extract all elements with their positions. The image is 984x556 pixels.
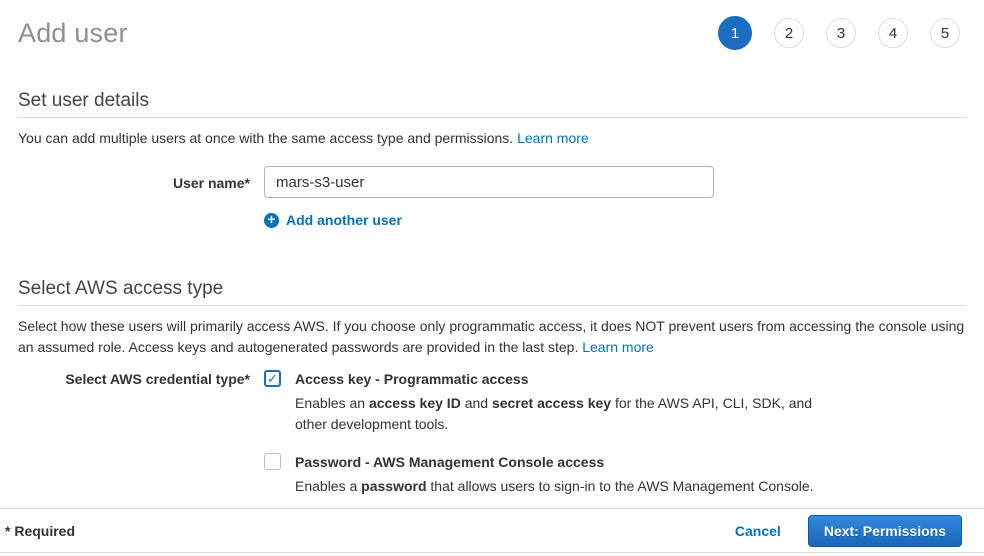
credential-type-row: Select AWS credential type* ✓ Access key… (18, 370, 984, 497)
cancel-button[interactable]: Cancel (735, 523, 781, 539)
access-type-heading: Select AWS access type (18, 278, 966, 300)
page-header: Add user 1 2 3 4 5 (0, 0, 984, 50)
access-key-checkbox[interactable]: ✓ (264, 370, 281, 387)
credential-type-label: Select AWS credential type* (18, 370, 250, 497)
access-type-intro: Select how these users will primarily ac… (18, 316, 974, 358)
check-icon: ✓ (267, 372, 278, 385)
desc-text: Enables a (295, 478, 361, 494)
user-details-intro-text: You can add multiple users at once with … (18, 130, 513, 146)
page-title: Add user (18, 18, 128, 49)
user-details-heading: Set user details (18, 90, 966, 112)
add-user-page: Add user 1 2 3 4 5 Set user details You … (0, 0, 984, 556)
access-key-option-body: Access key - Programmatic access Enables… (295, 370, 847, 435)
step-2: 2 (774, 18, 804, 48)
step-1: 1 (718, 16, 752, 50)
desc-text: Enables an (295, 395, 369, 411)
credential-options: ✓ Access key - Programmatic access Enabl… (264, 370, 847, 497)
step-5: 5 (930, 18, 960, 48)
footer-actions: Cancel Next: Permissions (735, 515, 962, 547)
password-option-body: Password - AWS Management Console access… (295, 453, 814, 497)
required-note: * Required (5, 523, 75, 539)
access-type-intro-text: Select how these users will primarily ac… (18, 318, 964, 355)
step-3: 3 (826, 18, 856, 48)
section-divider (18, 117, 966, 118)
section-divider (18, 305, 966, 306)
wizard-step-indicator: 1 2 3 4 5 (718, 16, 960, 50)
step-4: 4 (878, 18, 908, 48)
desc-text: and (461, 395, 492, 411)
password-option: ✓ Password - AWS Management Console acce… (264, 453, 847, 497)
access-key-option: ✓ Access key - Programmatic access Enabl… (264, 370, 847, 435)
add-another-user-button[interactable]: + Add another user (264, 212, 984, 228)
add-another-user-label: Add another user (286, 212, 402, 228)
next-permissions-button[interactable]: Next: Permissions (808, 515, 962, 547)
wizard-footer: * Required Cancel Next: Permissions (0, 508, 984, 553)
desc-text: that allows users to sign-in to the AWS … (427, 478, 814, 494)
username-input[interactable] (264, 166, 714, 198)
desc-text-bold: secret access key (492, 395, 611, 411)
plus-circle-icon: + (264, 213, 279, 228)
password-option-desc: Enables a password that allows users to … (295, 476, 814, 497)
username-label: User name* (18, 166, 250, 198)
password-checkbox[interactable]: ✓ (264, 453, 281, 470)
access-key-option-desc: Enables an access key ID and secret acce… (295, 393, 847, 435)
access-key-option-title: Access key - Programmatic access (295, 370, 847, 387)
learn-more-link-access-type[interactable]: Learn more (582, 339, 654, 355)
user-details-intro: You can add multiple users at once with … (18, 128, 974, 149)
desc-text-bold: password (361, 478, 426, 494)
desc-text-bold: access key ID (369, 395, 461, 411)
password-option-title: Password - AWS Management Console access (295, 453, 814, 470)
username-row: User name* (18, 166, 984, 198)
learn-more-link-user-details[interactable]: Learn more (517, 130, 589, 146)
